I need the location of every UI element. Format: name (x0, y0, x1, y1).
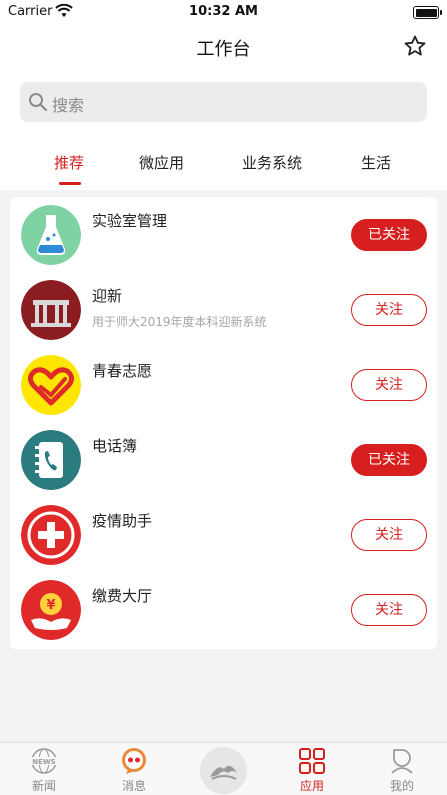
list-item[interactable]: 疫情助手 关注 (10, 497, 437, 572)
tabbar-label: 应用 (299, 779, 324, 793)
app-name: 实验室管理 (92, 212, 168, 230)
phonebook-icon (21, 430, 81, 490)
tab-business-systems[interactable]: 业务系统 (242, 152, 302, 173)
app-name: 疫情助手 (92, 512, 153, 530)
message-bubble-icon (122, 748, 146, 774)
app-name: 迎新 (92, 287, 123, 305)
center-logo-icon (210, 765, 237, 780)
list-item[interactable]: 青春志愿 关注 (10, 347, 437, 422)
lab-flask-icon (21, 205, 81, 265)
tabbar-label: 新闻 (31, 779, 56, 793)
tabbar-item-messages[interactable]: 消息 (104, 743, 164, 795)
search-icon (29, 93, 48, 112)
tab-micro-apps[interactable]: 微应用 (139, 152, 184, 173)
follow-button[interactable]: 关注 (351, 594, 427, 626)
category-tabs: 推荐 微应用 业务系统 生活 (0, 130, 447, 190)
medical-cross-icon (21, 505, 81, 565)
app-name: 电话簿 (92, 437, 138, 455)
list-item[interactable]: ¥ 缴费大厅 关注 (10, 572, 437, 647)
tabbar-item-profile[interactable]: 我的 (372, 743, 432, 795)
volunteer-heart-icon (21, 355, 81, 415)
app-description: 用于师大2019年度本科迎新系统 (92, 315, 267, 329)
followed-button[interactable]: 已关注 (351, 219, 427, 251)
tabbar-item-apps[interactable]: 应用 (282, 743, 342, 795)
list-item[interactable]: 电话簿 已关注 (10, 422, 437, 497)
app-name: 青春志愿 (92, 362, 153, 380)
app-list: 实验室管理 已关注 迎新 用于师大2019年度本科迎新系统 关注 青春志愿 关注… (10, 197, 437, 649)
active-tab-indicator (59, 182, 81, 185)
star-outline-icon[interactable] (403, 34, 427, 58)
news-icon: NEWS (31, 748, 57, 774)
payment-hand-icon: ¥ (21, 580, 81, 640)
page-title: 工作台 (196, 39, 251, 60)
status-time: 10:32 AM (189, 4, 258, 19)
followed-button[interactable]: 已关注 (351, 444, 427, 476)
profile-icon (391, 749, 413, 774)
battery-icon (413, 6, 442, 19)
list-item[interactable]: 实验室管理 已关注 (10, 197, 437, 272)
tabbar-label: 消息 (121, 779, 146, 793)
search-section: 搜索 (0, 68, 447, 130)
university-gate-icon (21, 280, 81, 340)
follow-button[interactable]: 关注 (351, 294, 427, 326)
nav-bar: 工作台 (0, 26, 447, 68)
search-placeholder: 搜索 (52, 96, 85, 115)
tab-life[interactable]: 生活 (361, 152, 391, 173)
follow-button[interactable]: 关注 (351, 369, 427, 401)
tabbar-item-news[interactable]: NEWS 新闻 (14, 743, 74, 795)
center-logo-button[interactable] (200, 747, 247, 794)
follow-button[interactable]: 关注 (351, 519, 427, 551)
svg-text:NEWS: NEWS (32, 758, 55, 766)
search-input[interactable]: 搜索 (20, 82, 427, 122)
apps-grid-icon (299, 748, 325, 774)
app-name: 缴费大厅 (92, 587, 153, 605)
tabbar-label: 我的 (389, 779, 414, 793)
tab-recommend[interactable]: 推荐 (54, 152, 84, 173)
svg-text:¥: ¥ (46, 598, 55, 613)
list-item[interactable]: 迎新 用于师大2019年度本科迎新系统 关注 (10, 272, 437, 347)
status-bar: Carrier 10:32 AM (0, 0, 447, 26)
